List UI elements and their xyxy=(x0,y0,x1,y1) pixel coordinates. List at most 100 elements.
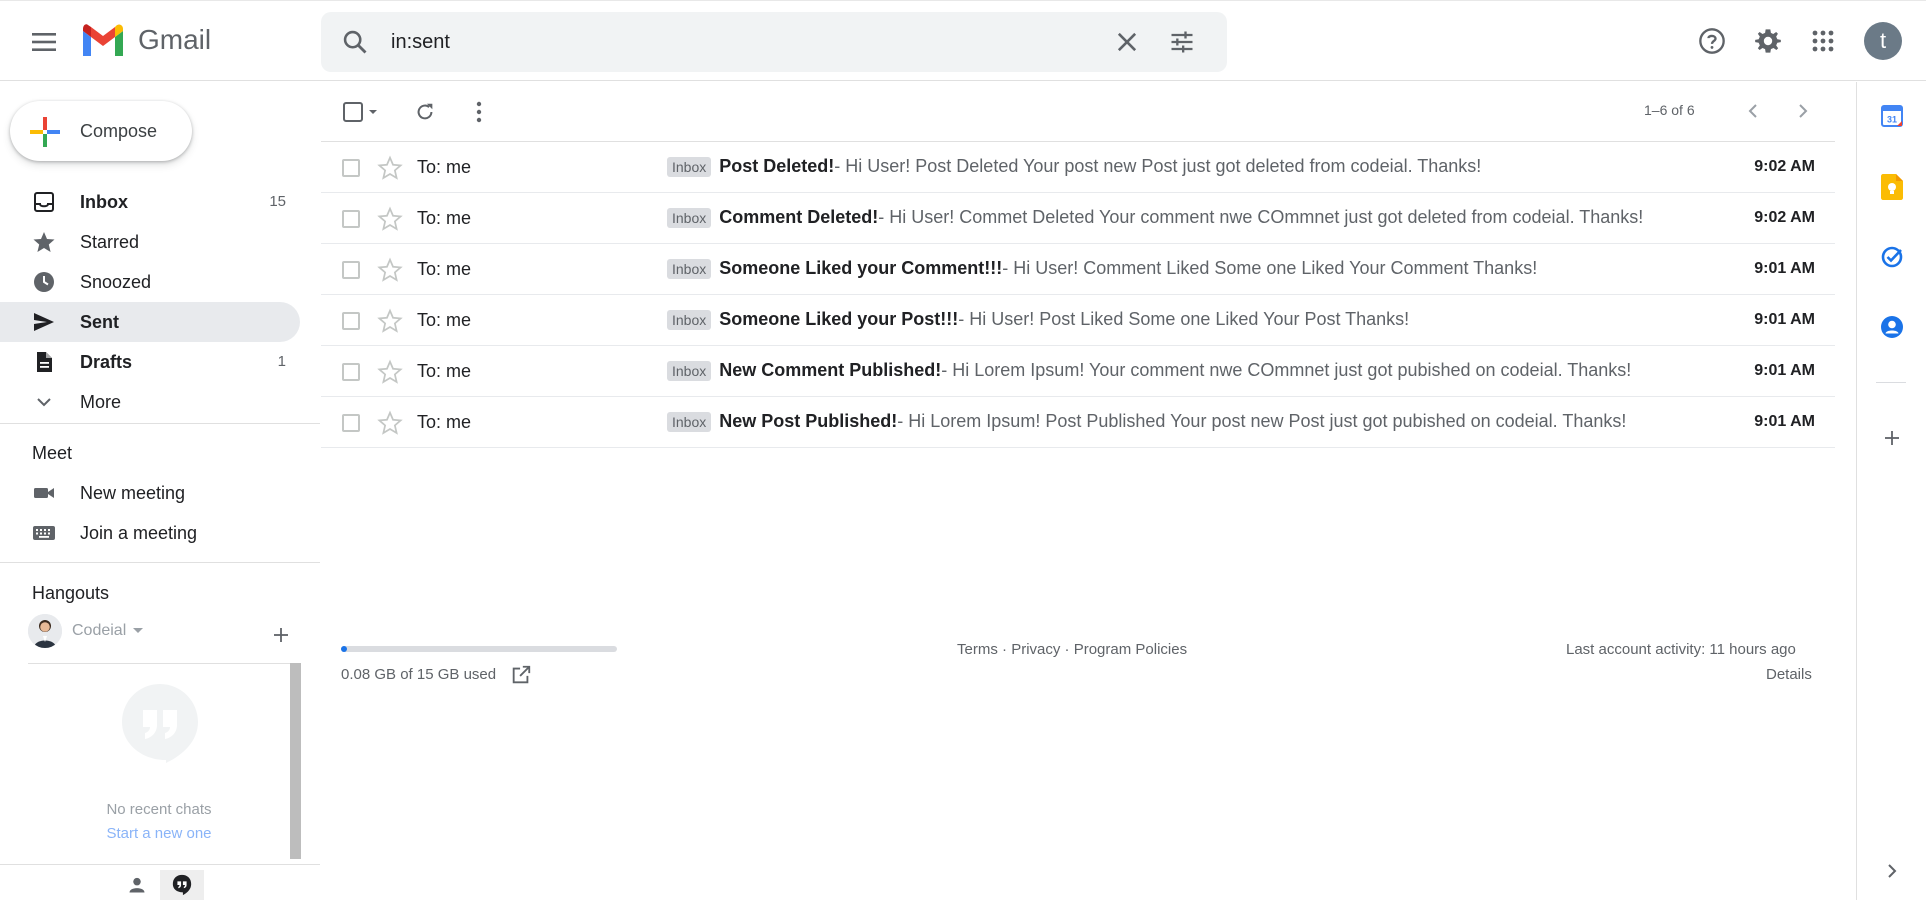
help-button[interactable] xyxy=(1693,22,1731,60)
label-chip[interactable]: Inbox xyxy=(667,258,712,279)
contacts-app-button[interactable] xyxy=(1876,311,1908,343)
search-icon[interactable] xyxy=(341,28,369,56)
label-chip[interactable]: Inbox xyxy=(667,207,712,228)
sidebar-item-label: Snoozed xyxy=(80,272,152,292)
sidebar-item-label: Drafts xyxy=(80,352,133,372)
inbox-icon xyxy=(34,192,54,212)
side-panel xyxy=(1856,82,1926,900)
show-side-panel-button[interactable] xyxy=(1876,855,1908,887)
calendar-icon: 31 xyxy=(1881,105,1903,127)
row-checkbox[interactable] xyxy=(342,261,360,279)
hangouts-user-selector[interactable]: Codeial xyxy=(28,614,144,648)
add-icon xyxy=(274,628,288,642)
gmail-logo[interactable]: Gmail xyxy=(80,22,211,58)
search-bar xyxy=(321,12,1227,72)
star-outline-icon[interactable] xyxy=(377,155,403,181)
row-checkbox[interactable] xyxy=(342,363,360,381)
tune-icon[interactable] xyxy=(1168,28,1196,56)
gear-icon xyxy=(1755,29,1781,53)
row-checkbox[interactable] xyxy=(342,159,360,177)
email-recipient: To: me xyxy=(417,412,472,432)
email-row[interactable]: To: me Inbox Someone Liked your Comment!… xyxy=(321,244,1835,295)
footer-separator: · xyxy=(997,641,1012,658)
new-meeting-button[interactable]: New meeting xyxy=(0,473,300,513)
star-outline-icon[interactable] xyxy=(377,257,403,283)
nav-divider xyxy=(0,562,320,563)
email-row[interactable]: To: me Inbox New Comment Published! - Hi… xyxy=(321,346,1835,397)
no-chats-text: No recent chats xyxy=(106,801,212,818)
compose-button[interactable]: Compose xyxy=(10,101,192,161)
video-camera-icon xyxy=(34,488,54,498)
tasks-icon xyxy=(1881,246,1903,268)
open-in-new-icon[interactable] xyxy=(510,664,532,686)
label-chip[interactable]: Inbox xyxy=(667,156,712,177)
star-outline-icon[interactable] xyxy=(377,308,403,334)
storage-text: 0.08 GB of 15 GB used xyxy=(341,666,497,683)
row-checkbox[interactable] xyxy=(342,414,360,432)
nav-divider xyxy=(0,423,320,424)
refresh-button[interactable] xyxy=(409,96,441,128)
main-menu-button[interactable] xyxy=(20,20,68,64)
calendar-app-button[interactable]: 31 xyxy=(1876,100,1908,132)
google-apps-button[interactable] xyxy=(1804,22,1842,60)
contacts-tab[interactable] xyxy=(115,870,159,900)
email-time: 9:02 AM xyxy=(1754,158,1815,175)
sidebar-item-starred[interactable]: Starred xyxy=(0,222,300,262)
account-avatar[interactable]: t xyxy=(1864,22,1902,60)
clock-icon xyxy=(34,272,54,292)
start-new-chat-link[interactable]: Start a new one xyxy=(28,825,290,842)
email-row[interactable]: To: me Inbox New Post Published! - Hi Lo… xyxy=(321,397,1835,448)
star-outline-icon[interactable] xyxy=(377,359,403,385)
new-chat-button[interactable] xyxy=(268,622,294,648)
label-chip[interactable]: Inbox xyxy=(667,360,712,381)
select-all-checkbox[interactable] xyxy=(341,96,381,128)
keep-app-button[interactable] xyxy=(1876,171,1908,203)
sidebar-item-label: Inbox xyxy=(80,192,128,212)
hangouts-tab[interactable] xyxy=(160,870,204,900)
sidebar-item-sent[interactable]: Sent xyxy=(0,302,300,342)
details-link[interactable]: Details xyxy=(1766,666,1812,683)
program-policies-link[interactable]: Program Policies xyxy=(1074,641,1187,658)
row-checkbox[interactable] xyxy=(342,312,360,330)
more-vert-icon xyxy=(476,101,482,123)
star-outline-icon[interactable] xyxy=(377,410,403,436)
sidebar-item-drafts[interactable]: Drafts 1 xyxy=(0,342,300,382)
email-row[interactable]: To: me Inbox Post Deleted! - Hi User! Po… xyxy=(321,142,1835,193)
email-content: Inbox Post Deleted! - Hi User! Post Dele… xyxy=(667,156,1481,177)
privacy-link[interactable]: Privacy xyxy=(1011,641,1060,658)
email-content: Inbox New Comment Published! - Hi Lorem … xyxy=(667,360,1631,381)
sidebar-item-snoozed[interactable]: Snoozed xyxy=(0,262,300,302)
clear-icon[interactable] xyxy=(1113,28,1141,56)
newer-button[interactable] xyxy=(1738,96,1768,126)
meet-section-title: Meet xyxy=(32,443,73,463)
unread-count: 15 xyxy=(269,193,286,210)
tasks-app-button[interactable] xyxy=(1876,241,1908,273)
storage-fill xyxy=(341,646,347,652)
star-outline-icon[interactable] xyxy=(377,206,403,232)
email-row[interactable]: To: me Inbox Someone Liked your Post!!! … xyxy=(321,295,1835,346)
older-button[interactable] xyxy=(1788,96,1818,126)
row-checkbox[interactable] xyxy=(342,210,360,228)
search-input[interactable] xyxy=(391,26,1091,58)
email-subject: Comment Deleted! xyxy=(719,207,879,227)
person-icon xyxy=(129,877,145,893)
label-chip[interactable]: Inbox xyxy=(667,309,712,330)
email-snippet: - Hi User! Post Liked Some one Liked You… xyxy=(958,309,1410,329)
compose-label: Compose xyxy=(80,121,158,141)
join-meeting-button[interactable]: Join a meeting xyxy=(0,513,300,553)
star-icon xyxy=(33,232,55,252)
label-chip[interactable]: Inbox xyxy=(667,411,712,432)
email-subject: Someone Liked your Comment!!! xyxy=(719,258,1003,278)
terms-link[interactable]: Terms xyxy=(957,641,998,658)
email-snippet: - Hi User! Post Deleted Your post new Po… xyxy=(834,156,1482,176)
settings-button[interactable] xyxy=(1749,22,1787,60)
more-actions-button[interactable] xyxy=(463,96,495,128)
sidebar-item-inbox[interactable]: Inbox 15 xyxy=(0,182,300,222)
checkbox-icon xyxy=(343,102,377,122)
email-snippet: - Hi User! Commet Deleted Your comment n… xyxy=(878,207,1644,227)
sidebar-item-more[interactable]: More xyxy=(0,382,300,422)
hangouts-avatar xyxy=(28,614,62,648)
email-row[interactable]: To: me Inbox Comment Deleted! - Hi User!… xyxy=(321,193,1835,244)
chat-scrollbar[interactable] xyxy=(290,663,301,859)
get-addons-button[interactable] xyxy=(1876,422,1908,454)
